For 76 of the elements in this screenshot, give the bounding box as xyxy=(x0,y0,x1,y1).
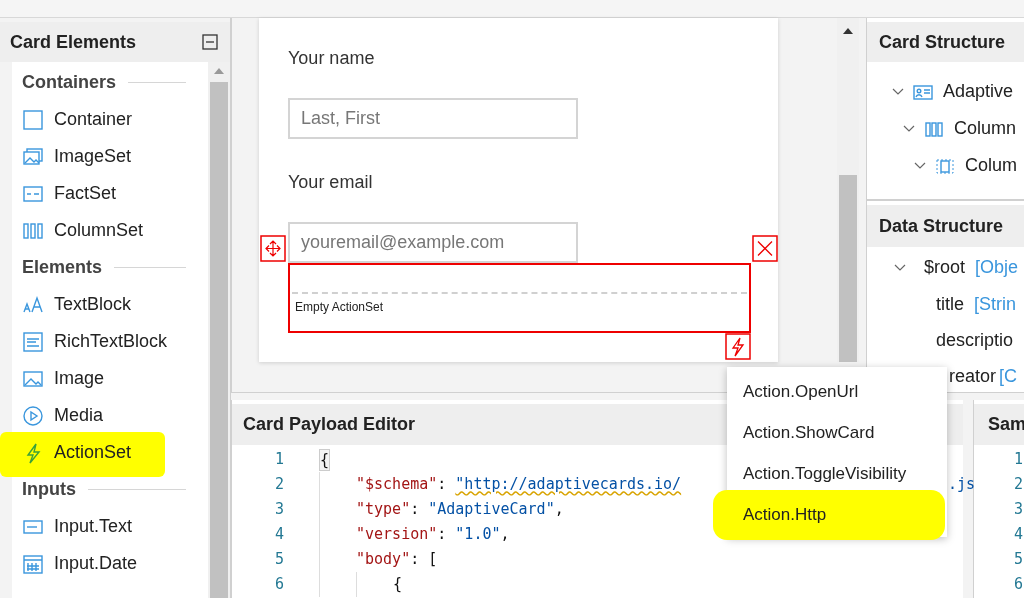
group-label: Inputs xyxy=(22,478,76,501)
chevron-down-icon[interactable] xyxy=(913,160,927,171)
menu-item[interactable]: Action.Http xyxy=(743,501,827,528)
line-number: 3 xyxy=(1014,500,1024,518)
code-text: { xyxy=(319,448,331,471)
code-text: "version": "1.0", xyxy=(356,524,510,546)
scroll-up-icon[interactable] xyxy=(843,28,853,34)
panel-title: Card Payload Editor xyxy=(243,413,416,436)
tree-item[interactable]: Column xyxy=(954,115,1017,142)
element-item[interactable]: Media xyxy=(54,402,104,429)
field-label: Your email xyxy=(288,171,374,194)
type-label: [Strin xyxy=(974,292,1017,316)
tree-item[interactable]: Adaptive xyxy=(943,78,1014,105)
collapse-icon[interactable] xyxy=(202,34,218,50)
lightning-icon[interactable] xyxy=(725,333,751,360)
element-item[interactable]: ColumnSet xyxy=(54,217,144,244)
line-number: 2 xyxy=(273,474,284,496)
play-icon xyxy=(22,404,44,427)
line-number: 2 xyxy=(1014,475,1024,493)
code-text: "$schema": "http://adaptivecards.io/ xyxy=(356,474,682,496)
panel-title: Data Structure xyxy=(879,214,1004,238)
tree-item[interactable]: reator xyxy=(949,362,997,390)
element-item[interactable]: Input.Text xyxy=(54,513,133,540)
placeholder-text: Empty ActionSet xyxy=(294,299,384,316)
line-number: 6 xyxy=(1014,575,1024,593)
line-number: 4 xyxy=(273,524,284,546)
rich-text-icon xyxy=(22,330,44,353)
element-item[interactable]: ImageSet xyxy=(54,143,132,170)
chevron-down-icon[interactable] xyxy=(893,262,907,273)
menu-item[interactable]: Action.ToggleVisibility xyxy=(743,460,907,487)
container-icon xyxy=(22,108,44,131)
calendar-icon xyxy=(22,552,44,575)
column-icon xyxy=(935,156,955,175)
code-text: "type": "AdaptiveCard", xyxy=(356,499,564,521)
columns-icon xyxy=(924,119,944,138)
group-label: Containers xyxy=(22,71,117,94)
element-item[interactable]: Container xyxy=(54,106,133,133)
action-set[interactable]: Empty ActionSet xyxy=(288,263,751,333)
element-item[interactable]: TextBlock xyxy=(54,291,132,318)
line-number: 3 xyxy=(273,499,284,521)
element-item[interactable]: ActionSet xyxy=(54,439,132,466)
panel-title: Card Structure xyxy=(879,30,1006,54)
element-item[interactable]: Input.Date xyxy=(54,550,138,577)
images-icon xyxy=(22,145,44,168)
panel-title: Card Elements xyxy=(10,30,137,54)
scrollbar-thumb[interactable] xyxy=(210,82,228,598)
code-text: "body": [ xyxy=(356,549,438,571)
type-label: [C xyxy=(999,364,1018,388)
type-label: [Obje xyxy=(975,256,1019,279)
tree-item[interactable]: $root xyxy=(924,254,966,281)
element-item[interactable]: FactSet xyxy=(54,180,117,207)
scrollbar-thumb[interactable] xyxy=(839,175,857,362)
move-handle-icon[interactable] xyxy=(260,235,286,262)
element-item[interactable]: Image xyxy=(54,365,105,392)
menu-item[interactable]: Action.OpenUrl xyxy=(743,378,859,405)
tree-item[interactable]: Colum xyxy=(965,152,1017,179)
line-number: 5 xyxy=(1014,550,1024,568)
line-number: 4 xyxy=(1014,525,1024,543)
line-number: 5 xyxy=(273,549,284,571)
input-field[interactable]: youremail@example.com xyxy=(288,222,578,263)
menu-item[interactable]: Action.ShowCard xyxy=(743,419,875,446)
tree-item[interactable]: title xyxy=(936,290,964,318)
line-number: 6 xyxy=(273,574,284,596)
code-text: .js xyxy=(948,474,976,495)
line-number: 1 xyxy=(1014,450,1024,468)
group-label: Elements xyxy=(22,256,103,279)
input-field[interactable]: Last, First xyxy=(288,98,578,139)
element-item[interactable]: RichTextBlock xyxy=(54,328,168,355)
field-label: Your name xyxy=(288,47,376,70)
tree-item[interactable]: descriptio xyxy=(936,326,1014,354)
chevron-down-icon[interactable] xyxy=(891,86,905,97)
code-text: { xyxy=(393,574,403,596)
line-number: 1 xyxy=(273,449,284,471)
card-icon xyxy=(913,82,933,101)
close-icon[interactable] xyxy=(752,235,778,262)
chevron-down-icon[interactable] xyxy=(902,123,916,134)
